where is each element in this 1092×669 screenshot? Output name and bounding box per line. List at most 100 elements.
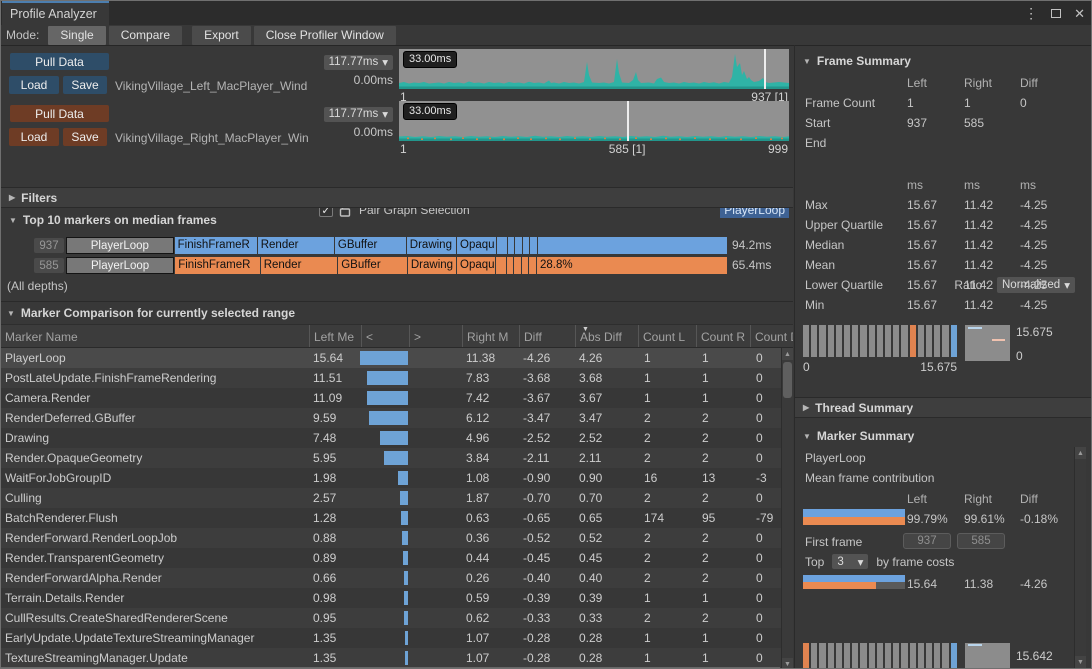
- summary-scrollbar[interactable]: ▲ ▼: [1074, 447, 1086, 668]
- table-row[interactable]: Render.OpaqueGeometry 5.95 3.84 -2.11 2.…: [1, 448, 781, 468]
- column-right-bar[interactable]: >: [409, 325, 462, 347]
- scroll-up-arrow[interactable]: ▲: [782, 348, 793, 360]
- table-row[interactable]: WaitForJobGroupID 1.98 1.08 -0.90 0.90 1…: [1, 468, 781, 488]
- top10-foldout[interactable]: ▼ Top 10 markers on median frames: [9, 213, 217, 227]
- table-row[interactable]: RenderForward.RenderLoopJob 0.88 0.36 -0…: [1, 528, 781, 548]
- right-range-max-dropdown[interactable]: 117.77ms▾: [324, 107, 393, 122]
- marker-summary-histogram[interactable]: [803, 643, 957, 669]
- load-right-button[interactable]: Load: [9, 128, 59, 146]
- filters-foldout[interactable]: ▶ Filters: [1, 187, 793, 208]
- close-profiler-window-button[interactable]: Close Profiler Window: [254, 26, 396, 45]
- comparison-title: Marker Comparison for currently selected…: [21, 306, 295, 320]
- table-row[interactable]: Culling 2.57 1.87 -0.70 0.70 2 2 0: [1, 488, 781, 508]
- marker-segment[interactable]: Render: [261, 257, 338, 274]
- marker-segment[interactable]: Drawing: [407, 237, 456, 254]
- column-right-median[interactable]: Right M: [462, 325, 519, 347]
- top-count-dropdown[interactable]: 3▾: [832, 554, 868, 569]
- marker-segment[interactable]: [529, 257, 536, 274]
- table-row[interactable]: PostLateUpdate.FinishFrameRendering 11.5…: [1, 368, 781, 388]
- scrollbar-thumb[interactable]: [783, 362, 792, 398]
- right-axis-selected: 585 [1]: [609, 142, 646, 156]
- marker-segment[interactable]: [514, 257, 521, 274]
- histogram-bar: [860, 325, 866, 357]
- marker-segment[interactable]: GBuffer: [338, 257, 407, 274]
- marker-segment[interactable]: [515, 237, 522, 254]
- left-range-min: 0.00ms: [319, 73, 393, 87]
- marker-segment[interactable]: [522, 257, 529, 274]
- mode-compare-button[interactable]: Compare: [109, 26, 182, 45]
- column-left-median[interactable]: Left Me: [309, 325, 361, 347]
- marker-segment[interactable]: FinishFrameR: [175, 257, 259, 274]
- marker-segment[interactable]: Drawing: [408, 257, 456, 274]
- histogram-bar: [803, 325, 809, 357]
- frame-585-button[interactable]: 585: [34, 258, 64, 273]
- maximize-icon[interactable]: [1051, 9, 1061, 18]
- column-count-right[interactable]: Count R: [696, 325, 750, 347]
- marker-segment[interactable]: [507, 257, 514, 274]
- table-row[interactable]: Terrain.Details.Render 0.98 0.59 -0.39 0…: [1, 588, 781, 608]
- tab-profile-analyzer[interactable]: Profile Analyzer: [2, 1, 109, 25]
- pull-data-right-button[interactable]: Pull Data: [10, 105, 109, 122]
- first-frame-right-button[interactable]: 585: [957, 533, 1005, 549]
- load-left-button[interactable]: Load: [9, 76, 59, 94]
- table-row[interactable]: EarlyUpdate.UpdateTextureStreamingManage…: [1, 628, 781, 648]
- scroll-up-arrow[interactable]: ▲: [1075, 447, 1086, 459]
- thread-summary-foldout[interactable]: ▶ Thread Summary: [795, 397, 1092, 418]
- mode-single-button[interactable]: Single: [48, 26, 105, 45]
- marker-segment[interactable]: Opaqu: [457, 257, 495, 274]
- marker-segment[interactable]: [497, 237, 506, 254]
- marker-segment[interactable]: [538, 237, 727, 254]
- marker-segment[interactable]: PlayerLoop: [66, 257, 174, 274]
- table-row[interactable]: TextureStreamingManager.Update 1.35 1.07…: [1, 648, 781, 668]
- pull-data-left-button[interactable]: Pull Data: [10, 53, 109, 70]
- top10-row-left: 937 PlayerLoopFinishFrameRRenderGBufferD…: [1, 237, 793, 254]
- column-left-bar[interactable]: <: [361, 325, 409, 347]
- export-button[interactable]: Export: [192, 26, 251, 45]
- save-left-button[interactable]: Save: [63, 76, 107, 94]
- marker-summary-foldout[interactable]: ▼ Marker Summary: [795, 429, 914, 443]
- marker-segment[interactable]: [530, 237, 537, 254]
- table-row[interactable]: RenderForwardAlpha.Render 0.66 0.26 -0.4…: [1, 568, 781, 588]
- table-row[interactable]: RenderDeferred.GBuffer 9.59 6.12 -3.47 3…: [1, 408, 781, 428]
- left-frame-graph[interactable]: 33.00ms: [399, 49, 789, 89]
- frame-937-button[interactable]: 937: [34, 238, 64, 253]
- marker-segment[interactable]: Opaqu: [457, 237, 496, 254]
- table-row[interactable]: PlayerLoop 15.64 11.38 -4.26 4.26 1 1 0: [1, 348, 781, 368]
- histogram-bar: [860, 643, 866, 669]
- marker-segment[interactable]: Render: [258, 237, 334, 254]
- scroll-down-arrow[interactable]: ▼: [1075, 656, 1086, 668]
- column-diff[interactable]: Diff: [519, 325, 575, 347]
- column-count-left[interactable]: Count L: [638, 325, 696, 347]
- marker-segment[interactable]: [496, 257, 505, 274]
- right-frame-graph[interactable]: 33.00ms: [399, 101, 789, 141]
- scroll-down-arrow[interactable]: ▼: [782, 658, 793, 669]
- save-right-button[interactable]: Save: [63, 128, 107, 146]
- close-icon[interactable]: ✕: [1074, 7, 1085, 20]
- first-frame-left-button[interactable]: 937: [903, 533, 951, 549]
- marker-segment[interactable]: [508, 237, 515, 254]
- table-row[interactable]: Drawing 7.48 4.96 -2.52 2.52 2 2 0: [1, 428, 781, 448]
- column-marker-name[interactable]: Marker Name: [1, 325, 309, 347]
- top10-right-track[interactable]: PlayerLoopFinishFrameRRenderGBufferDrawi…: [66, 257, 728, 274]
- marker-segment[interactable]: PlayerLoop: [66, 237, 174, 254]
- marker-segment[interactable]: FinishFrameR: [175, 237, 257, 254]
- table-row[interactable]: Camera.Render 11.09 7.42 -3.67 3.67 1 1 …: [1, 388, 781, 408]
- comparison-foldout[interactable]: ▼ Marker Comparison for currently select…: [1, 301, 793, 324]
- table-scrollbar[interactable]: ▲ ▼: [781, 348, 793, 669]
- frame-summary-info: Frame Count110 Start937585 End: [795, 93, 1092, 153]
- window-menu-icon[interactable]: ⋮: [1024, 6, 1038, 20]
- column-abs-diff[interactable]: ▼Abs Diff: [575, 325, 638, 347]
- top10-left-track[interactable]: PlayerLoopFinishFrameRRenderGBufferDrawi…: [66, 237, 728, 254]
- titlebar: Profile Analyzer ⋮ ✕: [1, 1, 1091, 25]
- marker-segment[interactable]: 28.8%: [537, 257, 727, 274]
- column-count-delta[interactable]: Count D: [750, 325, 793, 347]
- marker-summary-title: Marker Summary: [817, 429, 914, 443]
- marker-segment[interactable]: [523, 237, 530, 254]
- left-range-max-dropdown[interactable]: 117.77ms▾: [324, 55, 393, 70]
- table-row[interactable]: CullResults.CreateSharedRendererScene 0.…: [1, 608, 781, 628]
- table-row[interactable]: Render.TransparentGeometry 0.89 0.44 -0.…: [1, 548, 781, 568]
- marker-segment[interactable]: GBuffer: [335, 237, 406, 254]
- frame-summary-histogram[interactable]: [803, 325, 957, 357]
- frame-summary-foldout[interactable]: ▼ Frame Summary: [795, 54, 911, 68]
- table-row[interactable]: BatchRenderer.Flush 1.28 0.63 -0.65 0.65…: [1, 508, 781, 528]
